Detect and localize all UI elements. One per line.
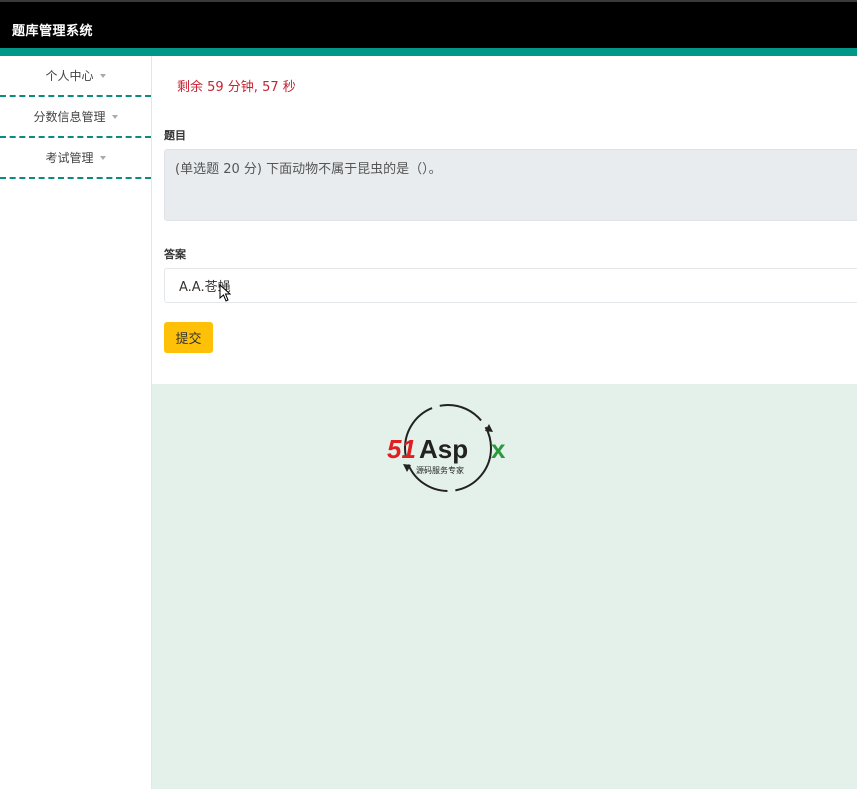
submit-button[interactable]: 提交 (164, 322, 213, 353)
sidebar-item-label: 分数信息管理 (33, 110, 106, 124)
mouse-cursor-icon (219, 284, 232, 302)
watermark-brand-aspx: Asp (419, 434, 468, 464)
watermark-tagline: 源码服务专家 (416, 465, 464, 475)
sidebar-item-label: 考试管理 (45, 151, 94, 165)
app-title: 题库管理系统 (12, 24, 94, 39)
countdown-timer: 剩余 59 分钟, 57 秒 (177, 80, 296, 95)
top-edge-line (0, 0, 857, 2)
top-bar: 题库管理系统 (0, 0, 857, 56)
answer-input[interactable] (164, 268, 857, 303)
answer-label: 答案 (164, 248, 186, 261)
sidebar-item-exam-management[interactable]: 考试管理 (0, 138, 151, 179)
caret-down-icon (99, 74, 106, 78)
sidebar: 个人中心 分数信息管理 考试管理 (0, 56, 152, 789)
watermark-brand-51: 51 (387, 434, 416, 464)
watermark-brand-x: x (491, 434, 506, 464)
header-accent-bar (0, 48, 857, 56)
main-content: 剩余 59 分钟, 57 秒 题目 (单选题 20 分) 下面动物不属于昆虫的是… (152, 56, 857, 789)
footer-area: 51 Asp x 源码服务专家 (152, 384, 857, 789)
sidebar-item-label: 个人中心 (45, 69, 94, 83)
sidebar-item-personal-center[interactable]: 个人中心 (0, 56, 151, 97)
caret-down-icon (111, 115, 118, 119)
watermark-logo: 51 Asp x 源码服务专家 (387, 404, 506, 492)
question-text: (单选题 20 分) 下面动物不属于昆虫的是（）。 (164, 149, 857, 221)
caret-down-icon (99, 156, 106, 160)
question-label: 题目 (164, 129, 186, 142)
sidebar-item-score-management[interactable]: 分数信息管理 (0, 97, 151, 138)
